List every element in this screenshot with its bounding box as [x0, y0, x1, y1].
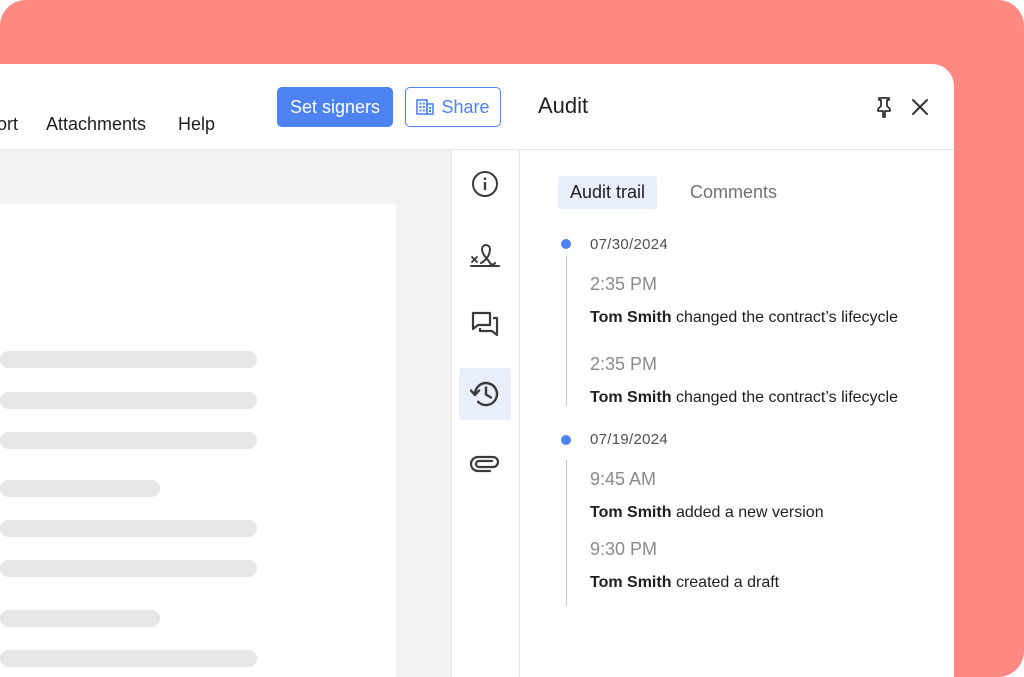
share-label: Share	[441, 96, 490, 117]
set-signers-button[interactable]: Set signers	[277, 87, 393, 127]
timeline-dot	[561, 435, 571, 445]
text-line-placeholder	[0, 351, 257, 368]
history-icon	[470, 379, 500, 409]
audit-entry: Tom Smith added a new version	[590, 504, 824, 522]
app-window: ort Attachments Help Set signers Share A…	[0, 64, 954, 677]
text-line-placeholder	[0, 520, 257, 537]
side-icon-rail	[451, 150, 520, 677]
text-line-placeholder	[0, 610, 160, 627]
entry-user: Tom Smith	[590, 309, 672, 326]
document-canvas[interactable]	[0, 150, 451, 677]
text-line-placeholder	[0, 392, 257, 409]
rail-button-info[interactable]	[459, 158, 511, 210]
signature-icon	[468, 237, 502, 271]
menu-item-export[interactable]: ort	[0, 114, 18, 135]
document-page	[0, 204, 396, 677]
entry-time: 2:35 PM	[590, 274, 658, 294]
rail-button-comments[interactable]	[459, 298, 511, 350]
timeline-line	[565, 460, 567, 606]
rail-button-signature[interactable]	[459, 228, 511, 280]
menu-item-help[interactable]: Help	[178, 114, 215, 135]
rail-button-history[interactable]	[459, 368, 511, 420]
text-line-placeholder	[0, 432, 257, 449]
timeline-line	[565, 256, 567, 406]
building-icon	[416, 99, 435, 115]
share-button[interactable]: Share	[405, 87, 501, 127]
entry-action: added a new version	[675, 504, 824, 521]
entry-action: created a draft	[675, 574, 780, 591]
text-line-placeholder	[0, 480, 160, 497]
entry-time: 9:45 AM	[590, 469, 657, 489]
tab-comments[interactable]: Comments	[678, 176, 789, 209]
entry-action: changed the contract’s lifecycle	[675, 309, 898, 326]
pin-icon[interactable]	[872, 95, 896, 119]
text-line-placeholder	[0, 650, 257, 667]
info-icon	[471, 170, 499, 198]
entry-time: 2:35 PM	[590, 354, 658, 374]
entry-time: 9:30 PM	[590, 539, 658, 559]
audit-entry: Tom Smith changed the contract’s lifecyc…	[590, 389, 898, 407]
timeline-date: 07/30/2024	[590, 236, 669, 253]
entry-user: Tom Smith	[590, 389, 672, 406]
tab-audit-trail[interactable]: Audit trail	[558, 176, 658, 209]
timeline-date: 07/19/2024	[590, 431, 669, 448]
text-line-placeholder	[0, 560, 257, 577]
audit-entry: Tom Smith created a draft	[590, 574, 779, 592]
close-icon[interactable]	[908, 95, 932, 119]
entry-user: Tom Smith	[590, 574, 672, 591]
entry-action: changed the contract’s lifecycle	[675, 389, 898, 406]
timeline-dot	[561, 239, 571, 249]
menu-item-attachments[interactable]: Attachments	[46, 114, 146, 135]
audit-entry: Tom Smith changed the contract’s lifecyc…	[590, 309, 898, 327]
comments-icon	[470, 309, 500, 339]
attachment-icon	[470, 449, 500, 479]
panel-title: Audit	[538, 93, 589, 118]
entry-user: Tom Smith	[590, 504, 672, 521]
rail-button-attachments[interactable]	[459, 438, 511, 490]
